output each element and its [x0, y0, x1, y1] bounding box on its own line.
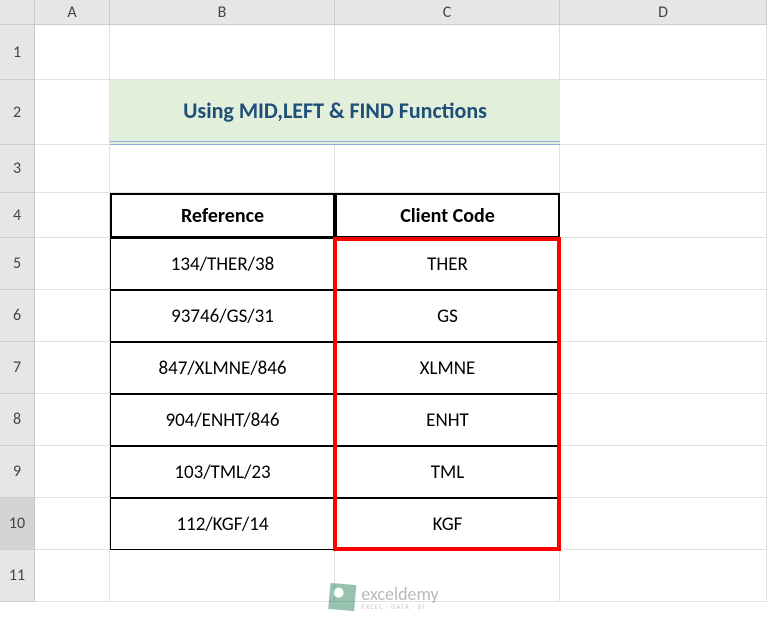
cell-reference-0[interactable]: 134/THER/38	[110, 238, 335, 290]
cell-reference-3[interactable]: 904/ENHT/846	[110, 394, 335, 446]
cell-d4[interactable]	[560, 193, 767, 238]
cell-code-1[interactable]: GS	[335, 290, 560, 342]
cell-c1[interactable]	[335, 25, 560, 80]
cell-d7[interactable]	[560, 342, 767, 394]
data-table: Reference Client Code 134/THER/38 THER 9…	[110, 193, 560, 550]
cell-code-0[interactable]: THER	[335, 238, 560, 290]
cell-a2[interactable]	[35, 80, 110, 145]
cell-code-2[interactable]: XLMNE	[335, 342, 560, 394]
row-header-6[interactable]: 6	[0, 290, 35, 342]
cell-code-5[interactable]: KGF	[335, 498, 560, 550]
cell-d6[interactable]	[560, 290, 767, 342]
header-reference[interactable]: Reference	[110, 193, 335, 238]
row-header-8[interactable]: 8	[0, 394, 35, 446]
cell-d10[interactable]	[560, 498, 767, 550]
cell-a5[interactable]	[35, 238, 110, 290]
col-header-d[interactable]: D	[560, 0, 767, 25]
cell-a1[interactable]	[35, 25, 110, 80]
cell-d9[interactable]	[560, 446, 767, 498]
cell-d1[interactable]	[560, 25, 767, 80]
title-cell[interactable]: Using MID,LEFT & FIND Functions	[110, 80, 560, 145]
watermark-sub: EXCEL · DATA · BI	[361, 603, 438, 610]
spreadsheet-grid: A B C D 1 2 Using MID,LEFT & FIND Functi…	[0, 0, 768, 602]
cell-a10[interactable]	[35, 498, 110, 550]
exceldemy-icon	[328, 583, 356, 611]
cell-b11[interactable]	[110, 550, 335, 602]
cell-reference-1[interactable]: 93746/GS/31	[110, 290, 335, 342]
cell-b1[interactable]	[110, 25, 335, 80]
col-header-c[interactable]: C	[335, 0, 560, 25]
col-header-b[interactable]: B	[110, 0, 335, 25]
row-header-7[interactable]: 7	[0, 342, 35, 394]
row-header-4[interactable]: 4	[0, 193, 35, 238]
cell-d2[interactable]	[560, 80, 767, 145]
cell-d8[interactable]	[560, 394, 767, 446]
cell-c3[interactable]	[335, 145, 560, 193]
row-header-3[interactable]: 3	[0, 145, 35, 193]
cell-code-3[interactable]: ENHT	[335, 394, 560, 446]
cell-reference-2[interactable]: 847/XLMNE/846	[110, 342, 335, 394]
watermark-text: exceldemy EXCEL · DATA · BI	[361, 585, 438, 610]
row-header-11[interactable]: 11	[0, 550, 35, 602]
row-header-5[interactable]: 5	[0, 238, 35, 290]
watermark-main: exceldemy	[361, 585, 438, 603]
cell-a9[interactable]	[35, 446, 110, 498]
row-header-10[interactable]: 10	[0, 498, 35, 550]
cell-code-4[interactable]: TML	[335, 446, 560, 498]
col-header-a[interactable]: A	[35, 0, 110, 25]
cell-a8[interactable]	[35, 394, 110, 446]
header-client-code[interactable]: Client Code	[335, 193, 560, 238]
cell-a7[interactable]	[35, 342, 110, 394]
cell-b3[interactable]	[110, 145, 335, 193]
cell-d11[interactable]	[560, 550, 767, 602]
cell-a4[interactable]	[35, 193, 110, 238]
cell-a3[interactable]	[35, 145, 110, 193]
cell-a6[interactable]	[35, 290, 110, 342]
cell-a11[interactable]	[35, 550, 110, 602]
cell-d5[interactable]	[560, 238, 767, 290]
cell-reference-5[interactable]: 112/KGF/14	[110, 498, 335, 550]
select-all-corner[interactable]	[0, 0, 35, 25]
row-header-1[interactable]: 1	[0, 25, 35, 80]
row-header-2[interactable]: 2	[0, 80, 35, 145]
watermark: exceldemy EXCEL · DATA · BI	[329, 584, 438, 610]
cell-reference-4[interactable]: 103/TML/23	[110, 446, 335, 498]
cell-d3[interactable]	[560, 145, 767, 193]
row-header-9[interactable]: 9	[0, 446, 35, 498]
